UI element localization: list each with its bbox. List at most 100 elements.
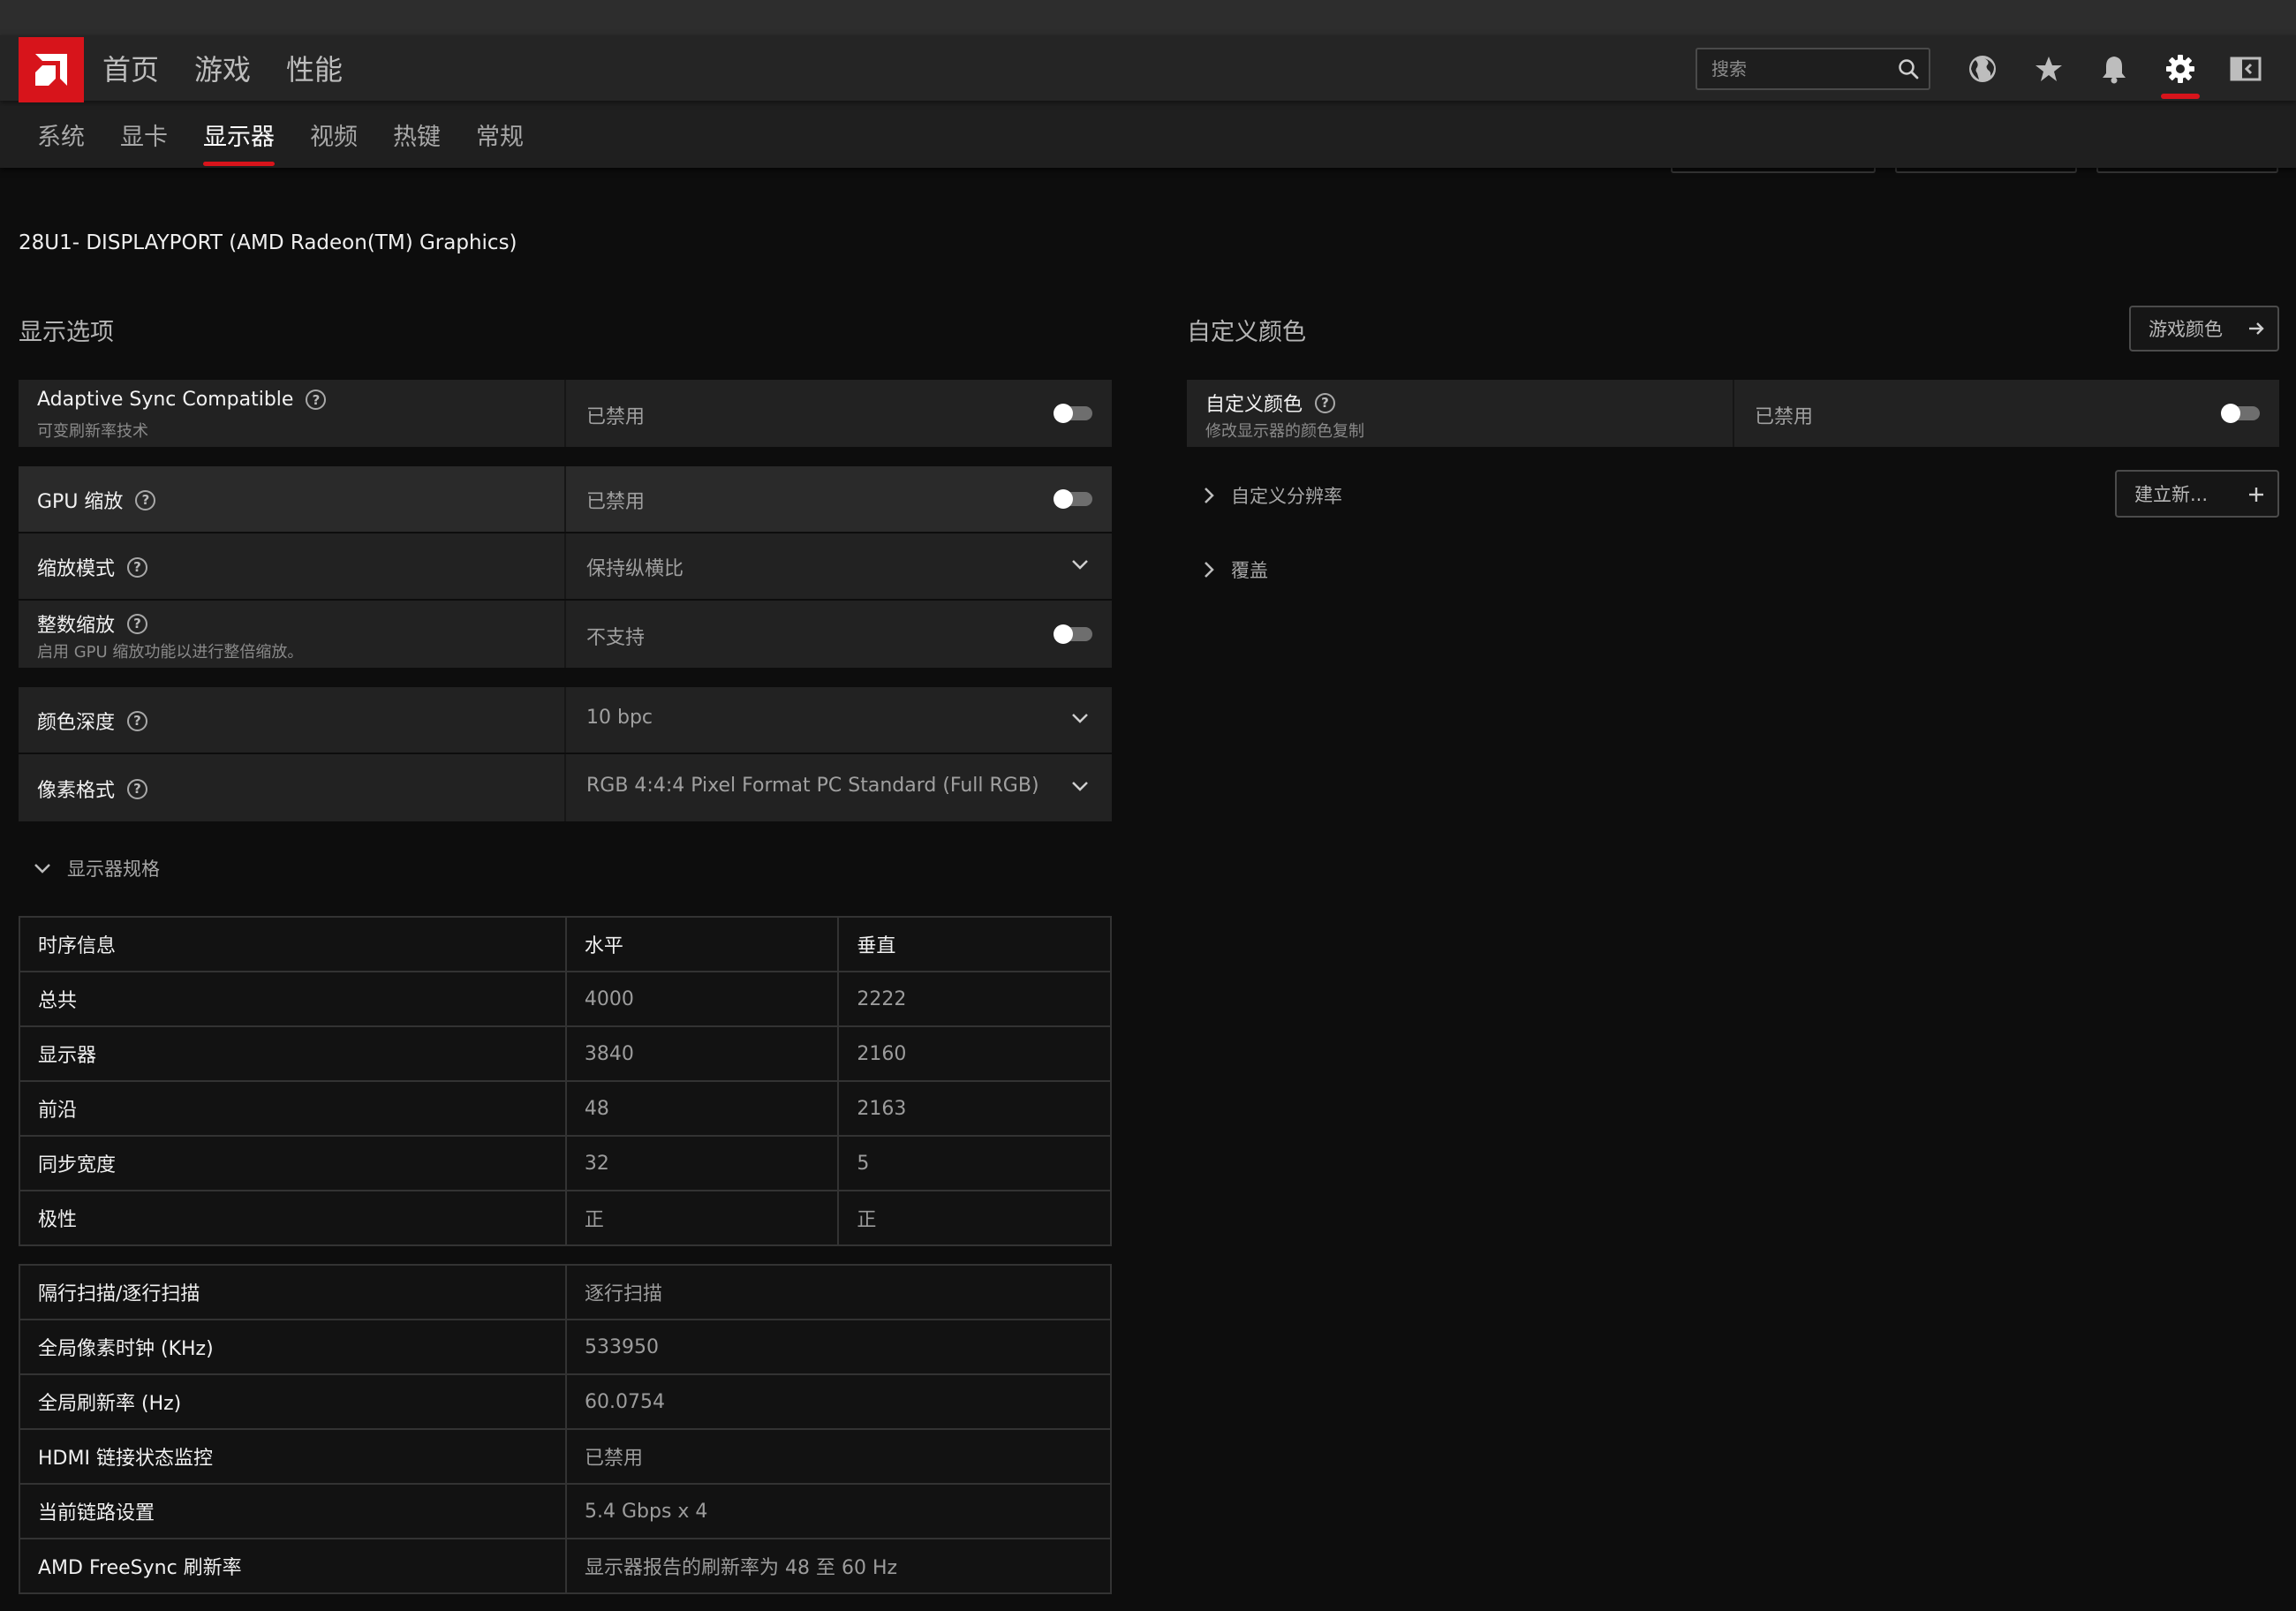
table-cell: 前沿 bbox=[19, 1080, 567, 1137]
table-cell: 4000 bbox=[564, 971, 840, 1027]
integer-scaling-toggle[interactable] bbox=[1054, 624, 1092, 644]
table-cell: 2222 bbox=[837, 971, 1112, 1027]
adaptive-sync-label: Adaptive Sync Compatible bbox=[37, 389, 294, 411]
table-row: 隔行扫描/逐行扫描 逐行扫描 bbox=[19, 1264, 1112, 1320]
game-color-button-label: 游戏颜色 bbox=[2149, 319, 2223, 340]
help-icon[interactable]: ? bbox=[306, 390, 327, 410]
chevron-right-icon bbox=[1205, 562, 1214, 578]
table-cell: 5 bbox=[837, 1135, 1112, 1191]
color-depth-row[interactable]: 颜色深度? 10 bpc bbox=[19, 687, 1112, 753]
integer-scaling-row: 整数缩放? 启用 GPU 缩放功能以进行整倍缩放。 不支持 bbox=[19, 601, 1112, 668]
nav-games[interactable]: 游戏 bbox=[194, 48, 251, 88]
help-icon[interactable]: ? bbox=[127, 778, 148, 799]
display-options-title: 显示选项 bbox=[19, 319, 114, 346]
tab-graphics[interactable]: 显卡 bbox=[120, 117, 168, 152]
star-icon[interactable] bbox=[2031, 51, 2066, 87]
help-icon[interactable]: ? bbox=[1315, 392, 1336, 413]
help-icon[interactable]: ? bbox=[135, 489, 156, 511]
gpu-scaling-value: 已禁用 bbox=[586, 491, 646, 513]
tab-general[interactable]: 常规 bbox=[476, 117, 524, 152]
gpu-scaling-toggle[interactable] bbox=[1054, 489, 1092, 509]
table-cell: 32 bbox=[564, 1135, 840, 1191]
table-cell: 正 bbox=[837, 1190, 1112, 1246]
gear-icon[interactable] bbox=[2163, 51, 2198, 87]
table-cell: 隔行扫描/逐行扫描 bbox=[19, 1264, 567, 1320]
custom-color-desc: 修改显示器的颜色复制 bbox=[1205, 422, 1364, 441]
custom-resolution-toggle[interactable]: 自定义分辨率 bbox=[1203, 482, 1342, 509]
chevron-down-icon[interactable] bbox=[1071, 558, 1089, 571]
display-info-table: 隔行扫描/逐行扫描 逐行扫描 全局像素时钟 (KHz) 533950 全局刷新率… bbox=[19, 1264, 1112, 1594]
search-box bbox=[1696, 48, 1930, 90]
table-header-cell: 水平 bbox=[564, 916, 840, 972]
create-new-button-label: 建立新... bbox=[2134, 484, 2209, 505]
top-bar: 首页 游戏 性能 bbox=[0, 35, 2296, 102]
globe-icon[interactable] bbox=[1965, 51, 2000, 87]
override-label: 覆盖 bbox=[1231, 560, 1268, 581]
table-cell: 2163 bbox=[837, 1080, 1112, 1137]
scaling-mode-row[interactable]: 缩放模式? 保持纵横比 bbox=[19, 533, 1112, 599]
table-cell: 60.0754 bbox=[565, 1373, 1112, 1430]
sub-nav: 系统 显卡 显示器 视频 热键 常规 bbox=[37, 101, 559, 168]
tab-display[interactable]: 显示器 bbox=[203, 117, 275, 166]
override-toggle[interactable]: 覆盖 bbox=[1203, 556, 1268, 583]
table-header-row: 时序信息 水平 垂直 bbox=[19, 916, 1112, 972]
table-cell: HDMI 链接状态监控 bbox=[19, 1428, 567, 1485]
gpu-scaling-label: GPU 缩放 bbox=[37, 491, 124, 513]
table-cell: 总共 bbox=[19, 971, 567, 1027]
chevron-down-icon[interactable] bbox=[1071, 712, 1089, 724]
integer-scaling-value: 不支持 bbox=[586, 627, 646, 649]
table-cell: 2160 bbox=[837, 1025, 1112, 1082]
custom-resolution-label: 自定义分辨率 bbox=[1231, 486, 1342, 507]
adaptive-sync-toggle[interactable] bbox=[1054, 404, 1092, 423]
custom-color-title: 自定义颜色 bbox=[1187, 319, 1306, 346]
adaptive-sync-row: Adaptive Sync Compatible? 可变刷新率技术 已禁用 bbox=[19, 380, 1112, 447]
tab-system[interactable]: 系统 bbox=[37, 117, 85, 152]
table-cell: 极性 bbox=[19, 1190, 567, 1246]
sub-nav-bar: 系统 显卡 显示器 视频 热键 常规 bbox=[0, 101, 2296, 168]
table-cell: 全局像素时钟 (KHz) bbox=[19, 1319, 567, 1375]
amd-logo[interactable] bbox=[19, 37, 84, 102]
search-input[interactable] bbox=[1711, 57, 1888, 81]
bell-icon[interactable] bbox=[2096, 51, 2132, 87]
table-row: 极性 正 正 bbox=[19, 1190, 1112, 1246]
adaptive-sync-desc: 可变刷新率技术 bbox=[37, 422, 148, 441]
main-nav: 首页 游戏 性能 bbox=[102, 35, 378, 101]
color-depth-value: 10 bpc bbox=[586, 707, 653, 729]
pixel-format-value: RGB 4:4:4 Pixel Format PC Standard (Full… bbox=[586, 775, 1039, 797]
pixel-format-label: 像素格式 bbox=[37, 780, 116, 802]
table-row: AMD FreeSync 刷新率 显示器报告的刷新率为 48 至 60 Hz bbox=[19, 1538, 1112, 1594]
help-icon[interactable]: ? bbox=[127, 710, 148, 731]
nav-home[interactable]: 首页 bbox=[102, 48, 159, 88]
adaptive-sync-value: 已禁用 bbox=[586, 406, 646, 428]
table-header-cell: 时序信息 bbox=[19, 916, 567, 972]
custom-color-row: 自定义颜色? 修改显示器的颜色复制 已禁用 bbox=[1187, 380, 2279, 447]
plus-icon bbox=[2249, 488, 2263, 502]
search-icon[interactable] bbox=[1897, 57, 1920, 84]
window-title-strip bbox=[0, 0, 2296, 35]
table-cell: AMD FreeSync 刷新率 bbox=[19, 1538, 567, 1594]
color-depth-label: 颜色深度 bbox=[37, 712, 116, 734]
help-icon[interactable]: ? bbox=[127, 556, 148, 578]
sidebar-icon[interactable] bbox=[2228, 51, 2263, 87]
chevron-down-icon[interactable] bbox=[1071, 780, 1089, 792]
pixel-format-row[interactable]: 像素格式? RGB 4:4:4 Pixel Format PC Standard… bbox=[19, 754, 1112, 821]
table-row: 总共 4000 2222 bbox=[19, 971, 1112, 1027]
integer-scaling-label: 整数缩放 bbox=[37, 615, 116, 637]
tab-hotkeys[interactable]: 热键 bbox=[393, 117, 441, 152]
create-new-button[interactable]: 建立新... bbox=[2115, 470, 2279, 518]
custom-color-toggle[interactable] bbox=[2221, 404, 2260, 423]
tab-video[interactable]: 视频 bbox=[310, 117, 358, 152]
table-row: HDMI 链接状态监控 已禁用 bbox=[19, 1428, 1112, 1485]
display-specs-toggle[interactable]: 显示器规格 bbox=[34, 855, 160, 881]
table-cell: 显示器 bbox=[19, 1025, 567, 1082]
game-color-button[interactable]: 游戏颜色 bbox=[2129, 306, 2279, 352]
arrow-right-icon bbox=[2249, 322, 2264, 335]
table-cell: 同步宽度 bbox=[19, 1135, 567, 1191]
table-row: 全局像素时钟 (KHz) 533950 bbox=[19, 1319, 1112, 1375]
integer-scaling-desc: 启用 GPU 缩放功能以进行整倍缩放。 bbox=[37, 643, 304, 662]
help-icon[interactable]: ? bbox=[127, 613, 148, 634]
scaling-mode-value: 保持纵横比 bbox=[586, 558, 684, 580]
table-cell: 已禁用 bbox=[565, 1428, 1112, 1485]
chevron-down-icon bbox=[34, 864, 50, 874]
nav-performance[interactable]: 性能 bbox=[286, 48, 343, 88]
